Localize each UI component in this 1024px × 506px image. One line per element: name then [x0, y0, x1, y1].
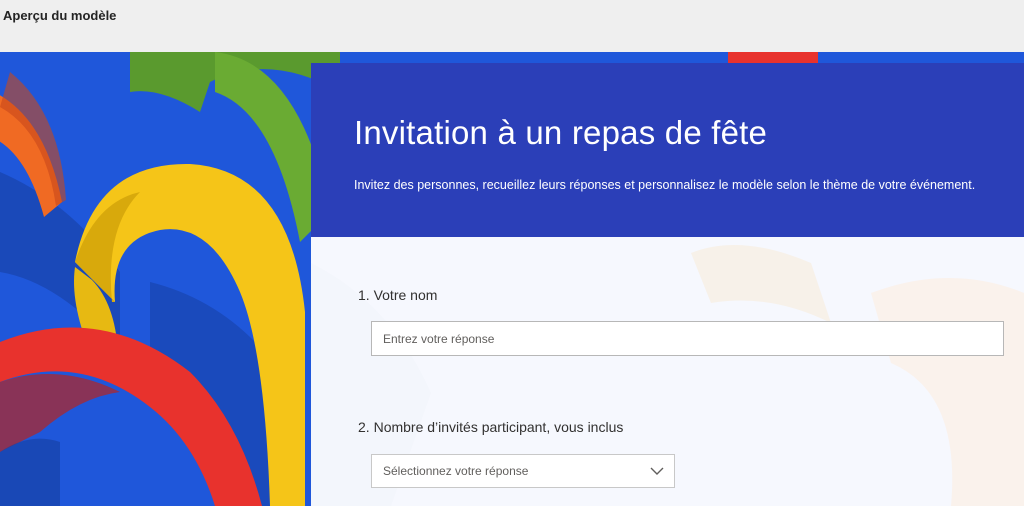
question-1: 1. Votre nom	[358, 287, 437, 303]
chevron-down-icon	[650, 467, 664, 475]
question-1-number: 1.	[358, 287, 370, 303]
question-2-number: 2.	[358, 419, 370, 435]
window-titlebar: Aperçu du modèle	[0, 0, 1024, 52]
question-1-label: Votre nom	[373, 287, 438, 303]
form-card: Invitation à un repas de fête Invitez de…	[311, 63, 1024, 506]
form-header: Invitation à un repas de fête Invitez de…	[311, 63, 1024, 237]
form-title: Invitation à un repas de fête	[354, 114, 768, 151]
window-title: Aperçu du modèle	[3, 8, 117, 23]
question-2: 2. Nombre d’invités participant, vous in…	[358, 419, 623, 435]
question-2-label: Nombre d’invités participant, vous inclu…	[373, 419, 624, 435]
dropdown-selected-value: Sélectionnez votre réponse	[383, 464, 529, 478]
name-input[interactable]	[371, 321, 1004, 356]
template-preview: Invitation à un repas de fête Invitez de…	[0, 52, 1024, 506]
guest-count-dropdown[interactable]: Sélectionnez votre réponse	[371, 454, 675, 488]
form-description: Invitez des personnes, recueillez leurs …	[354, 178, 976, 192]
